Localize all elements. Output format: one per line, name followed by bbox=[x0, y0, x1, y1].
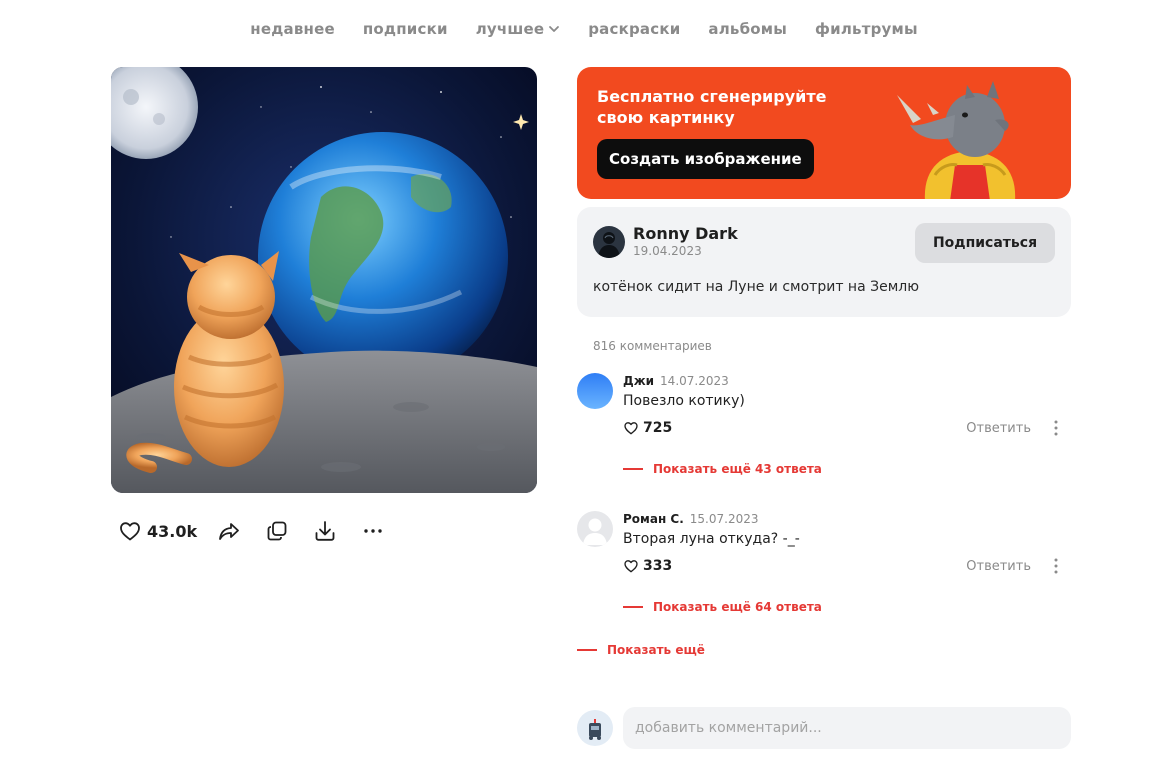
comment-author-name: Джи bbox=[623, 374, 655, 388]
nav-coloring-label: раскраски bbox=[588, 20, 681, 38]
share-button[interactable] bbox=[217, 519, 241, 543]
author-name[interactable]: Ronny Dark bbox=[633, 224, 738, 243]
kebab-menu-icon bbox=[1054, 420, 1058, 436]
prompt-text: котёнок сидит на Луне и смотрит на Землю bbox=[593, 279, 919, 295]
heart-icon bbox=[624, 560, 638, 573]
nav-filterrooms[interactable]: фильтрумы bbox=[815, 20, 918, 38]
nav-albums[interactable]: альбомы bbox=[708, 20, 787, 38]
copy-button[interactable] bbox=[265, 519, 289, 543]
nav-filterrooms-label: фильтрумы bbox=[815, 20, 918, 38]
nav-best-label: лучшее bbox=[475, 20, 545, 38]
comment-text: Вторая луна откуда? -_- bbox=[623, 531, 800, 547]
current-user-avatar bbox=[577, 710, 613, 746]
reply-button[interactable]: Ответить bbox=[966, 559, 1031, 574]
comment-author[interactable]: Джи 14.07.2023 bbox=[623, 374, 729, 388]
top-nav: недавнее подписки лучшее раскраски альбо… bbox=[0, 20, 1168, 38]
comment-like-count: 725 bbox=[643, 420, 673, 436]
nav-recent-label: недавнее bbox=[250, 20, 335, 38]
nav-albums-label: альбомы bbox=[708, 20, 788, 38]
comment-date: 14.07.2023 bbox=[660, 374, 729, 388]
dash-icon bbox=[623, 606, 643, 608]
heart-icon bbox=[624, 422, 638, 435]
post-image[interactable] bbox=[111, 67, 537, 493]
more-button[interactable] bbox=[361, 519, 385, 543]
more-icon bbox=[364, 529, 382, 533]
comment-more-button[interactable] bbox=[1051, 418, 1061, 438]
chevron-down-icon bbox=[549, 26, 560, 32]
show-more-comments-button[interactable]: Показать ещё bbox=[577, 643, 705, 657]
comment-text: Повезло котику) bbox=[623, 393, 745, 409]
download-icon bbox=[315, 521, 335, 541]
show-replies-label: Показать ещё 64 ответа bbox=[653, 600, 822, 614]
copy-icon bbox=[267, 521, 287, 541]
author-avatar[interactable] bbox=[593, 226, 625, 258]
rhino-mascot-illustration bbox=[897, 81, 1016, 199]
share-icon bbox=[219, 523, 240, 540]
comment-author[interactable]: Роман С. 15.07.2023 bbox=[623, 512, 759, 526]
comment-avatar[interactable] bbox=[577, 511, 613, 547]
nav-subscriptions-label: подписки bbox=[362, 20, 448, 38]
show-replies-button[interactable]: Показать ещё 43 ответа bbox=[623, 462, 822, 476]
like-button[interactable]: 43.0k bbox=[118, 519, 197, 543]
nav-recent[interactable]: недавнее bbox=[250, 20, 335, 38]
dash-icon bbox=[577, 649, 597, 651]
comment-like-button[interactable]: 725 bbox=[623, 420, 672, 436]
comment-like-button[interactable]: 333 bbox=[623, 558, 672, 574]
comment-avatar[interactable] bbox=[577, 373, 613, 409]
kebab-menu-icon bbox=[1054, 558, 1058, 574]
comment-author-name: Роман С. bbox=[623, 512, 684, 526]
download-button[interactable] bbox=[313, 519, 337, 543]
promo-banner: Бесплатно сгенерируйте свою картинку Соз… bbox=[577, 67, 1071, 199]
comment-more-button[interactable] bbox=[1051, 556, 1061, 576]
like-count: 43.0k bbox=[147, 521, 198, 541]
show-replies-label: Показать ещё 43 ответа bbox=[653, 462, 822, 476]
nav-subscriptions[interactable]: подписки bbox=[363, 20, 448, 38]
comment-item: Роман С. 15.07.2023 Вторая луна откуда? -… bbox=[577, 511, 1071, 641]
create-image-button[interactable]: Создать изображение bbox=[597, 139, 814, 179]
post-actions: 43.0k bbox=[118, 515, 385, 547]
author-card: Ronny Dark 19.04.2023 Подписаться котёно… bbox=[577, 207, 1071, 317]
show-more-label: Показать ещё bbox=[607, 643, 705, 657]
author-date: 19.04.2023 bbox=[633, 244, 702, 258]
reply-button[interactable]: Ответить bbox=[966, 421, 1031, 436]
promo-text: Бесплатно сгенерируйте свою картинку bbox=[597, 87, 827, 127]
comments-count: 816 комментариев bbox=[593, 339, 712, 353]
heart-icon bbox=[120, 522, 140, 541]
comment-like-count: 333 bbox=[643, 558, 673, 574]
comment-input[interactable] bbox=[623, 707, 1071, 749]
subscribe-button[interactable]: Подписаться bbox=[915, 223, 1055, 263]
show-replies-button[interactable]: Показать ещё 64 ответа bbox=[623, 600, 822, 614]
comment-item: Джи 14.07.2023 Повезло котику) 725 Ответи… bbox=[577, 373, 1071, 503]
nav-coloring[interactable]: раскраски bbox=[588, 20, 680, 38]
nav-best[interactable]: лучшее bbox=[476, 20, 561, 38]
dash-icon bbox=[623, 468, 643, 470]
comment-date: 15.07.2023 bbox=[689, 512, 759, 526]
